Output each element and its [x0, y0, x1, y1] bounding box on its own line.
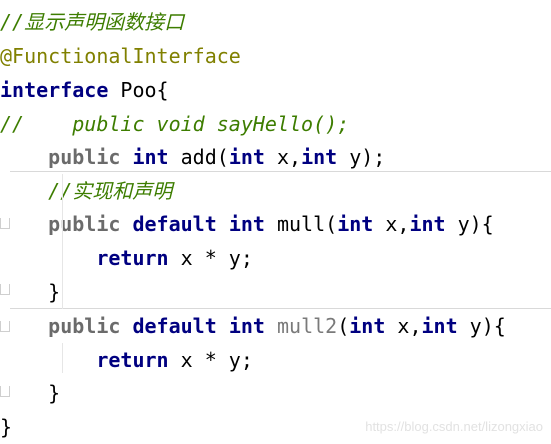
code-line-9[interactable]: } [0, 275, 551, 309]
code-line-3[interactable]: interface Poo{ [0, 73, 551, 107]
code-token: int [421, 314, 458, 338]
code-line-4[interactable]: // public void sayHello(); [0, 107, 551, 141]
watermark-text: https://blog.csdn.net/lizongxiao [365, 419, 543, 434]
code-token: int [228, 314, 265, 338]
code-token: mull2 [276, 314, 338, 338]
code-token: @FunctionalInterface [0, 44, 241, 68]
code-token: x, [385, 314, 422, 338]
code-token: mull( [264, 212, 338, 236]
code-token: int [349, 314, 386, 338]
code-token: } [0, 415, 13, 439]
code-token: x * y; [168, 246, 253, 270]
indent-guide [62, 174, 63, 309]
code-line-11[interactable]: return x * y; [0, 343, 551, 377]
code-token: x, [264, 145, 302, 169]
code-line-8[interactable]: return x * y; [0, 241, 551, 275]
code-line-10[interactable]: public default int mull2(int x,int y){ [0, 309, 551, 343]
code-token: // public void sayHello(); [0, 112, 350, 136]
code-token: int [228, 212, 265, 236]
code-token: int [132, 145, 169, 169]
fold-marker-icon-2[interactable] [0, 284, 10, 295]
code-token: return [96, 348, 169, 372]
code-line-7[interactable]: public default int mull(int x,int y){ [0, 207, 551, 241]
code-token: //实现和声明 [0, 179, 173, 203]
code-token: ( [337, 314, 350, 338]
code-token: return [96, 246, 169, 270]
code-token: add( [168, 145, 229, 169]
code-token: int [301, 145, 338, 169]
code-token: int [337, 212, 374, 236]
code-line-6[interactable]: //实现和声明 [0, 174, 551, 208]
code-token: //显示声明函数接口 [0, 10, 185, 34]
code-token: x, [373, 212, 410, 236]
indent-guide-2 [62, 343, 63, 373]
code-token: y); [337, 145, 386, 169]
code-token: public [48, 314, 121, 338]
method-separator-line [10, 171, 551, 172]
code-token: Poo{ [108, 78, 169, 102]
code-token: y){ [457, 314, 506, 338]
code-line-5[interactable]: public int add(int x,int y); [0, 140, 551, 174]
code-line-1[interactable]: //显示声明函数接口 [0, 5, 551, 39]
code-token: x * y; [168, 348, 253, 372]
code-token: y){ [445, 212, 494, 236]
code-line-12[interactable]: } [0, 376, 551, 410]
code-token: default [132, 212, 217, 236]
code-token: int [228, 145, 265, 169]
fold-marker-icon-3[interactable] [0, 321, 10, 332]
code-token: int [409, 212, 446, 236]
code-token: public [48, 212, 121, 236]
fold-marker-icon[interactable] [0, 218, 10, 229]
code-token: default [132, 314, 217, 338]
code-editor[interactable]: //显示声明函数接口 @FunctionalInterface interfac… [0, 0, 551, 444]
code-token: interface [0, 78, 109, 102]
code-token: public [48, 145, 121, 169]
code-line-2[interactable]: @FunctionalInterface [0, 39, 551, 73]
fold-marker-icon-4[interactable] [0, 386, 10, 397]
